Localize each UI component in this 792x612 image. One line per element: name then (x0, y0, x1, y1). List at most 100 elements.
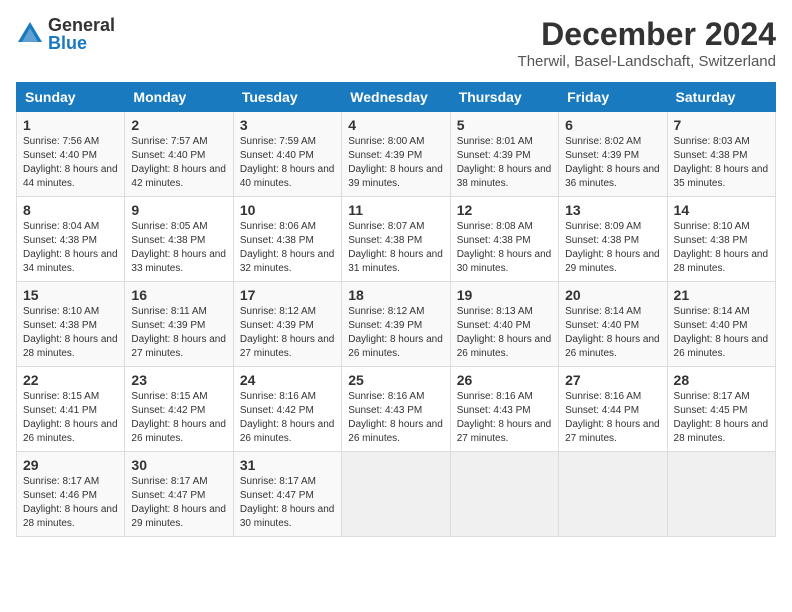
day-number: 22 (23, 372, 118, 388)
day-info: Sunrise: 7:56 AM Sunset: 4:40 PM Dayligh… (23, 135, 118, 191)
calendar-cell: 27 Sunrise: 8:16 AM Sunset: 4:44 PM Dayl… (559, 367, 667, 452)
day-number: 17 (240, 287, 335, 303)
calendar-cell: 17 Sunrise: 8:12 AM Sunset: 4:39 PM Dayl… (233, 282, 341, 367)
day-number: 31 (240, 457, 335, 473)
day-info: Sunrise: 8:17 AM Sunset: 4:45 PM Dayligh… (674, 390, 769, 446)
day-number: 4 (348, 117, 443, 133)
calendar-cell: 31 Sunrise: 8:17 AM Sunset: 4:47 PM Dayl… (233, 452, 341, 537)
calendar-cell: 1 Sunrise: 7:56 AM Sunset: 4:40 PM Dayli… (17, 112, 125, 197)
calendar-cell: 7 Sunrise: 8:03 AM Sunset: 4:38 PM Dayli… (667, 112, 775, 197)
day-info: Sunrise: 8:13 AM Sunset: 4:40 PM Dayligh… (457, 305, 552, 361)
calendar-cell: 6 Sunrise: 8:02 AM Sunset: 4:39 PM Dayli… (559, 112, 667, 197)
week-row-5: 29 Sunrise: 8:17 AM Sunset: 4:46 PM Dayl… (17, 452, 776, 537)
day-info: Sunrise: 8:15 AM Sunset: 4:41 PM Dayligh… (23, 390, 118, 446)
calendar-cell: 14 Sunrise: 8:10 AM Sunset: 4:38 PM Dayl… (667, 197, 775, 282)
day-info: Sunrise: 8:17 AM Sunset: 4:47 PM Dayligh… (240, 475, 335, 531)
day-info: Sunrise: 8:06 AM Sunset: 4:38 PM Dayligh… (240, 220, 335, 276)
calendar-cell: 29 Sunrise: 8:17 AM Sunset: 4:46 PM Dayl… (17, 452, 125, 537)
day-number: 1 (23, 117, 118, 133)
logo-text: General Blue (48, 16, 115, 52)
week-row-1: 1 Sunrise: 7:56 AM Sunset: 4:40 PM Dayli… (17, 112, 776, 197)
calendar-cell: 8 Sunrise: 8:04 AM Sunset: 4:38 PM Dayli… (17, 197, 125, 282)
calendar-cell (667, 452, 775, 537)
day-info: Sunrise: 8:10 AM Sunset: 4:38 PM Dayligh… (674, 220, 769, 276)
calendar-cell: 24 Sunrise: 8:16 AM Sunset: 4:42 PM Dayl… (233, 367, 341, 452)
day-number: 26 (457, 372, 552, 388)
page-header: General Blue December 2024 Therwil, Base… (16, 16, 776, 70)
day-number: 23 (131, 372, 226, 388)
calendar-cell: 18 Sunrise: 8:12 AM Sunset: 4:39 PM Dayl… (342, 282, 450, 367)
calendar-cell: 2 Sunrise: 7:57 AM Sunset: 4:40 PM Dayli… (125, 112, 233, 197)
calendar-cell: 5 Sunrise: 8:01 AM Sunset: 4:39 PM Dayli… (450, 112, 558, 197)
day-info: Sunrise: 8:05 AM Sunset: 4:38 PM Dayligh… (131, 220, 226, 276)
day-number: 20 (565, 287, 660, 303)
day-info: Sunrise: 8:16 AM Sunset: 4:44 PM Dayligh… (565, 390, 660, 446)
weekday-header-friday: Friday (559, 83, 667, 112)
day-number: 11 (348, 202, 443, 218)
weekday-header-tuesday: Tuesday (233, 83, 341, 112)
calendar-cell: 26 Sunrise: 8:16 AM Sunset: 4:43 PM Dayl… (450, 367, 558, 452)
logo: General Blue (16, 16, 115, 52)
calendar-cell: 19 Sunrise: 8:13 AM Sunset: 4:40 PM Dayl… (450, 282, 558, 367)
week-row-4: 22 Sunrise: 8:15 AM Sunset: 4:41 PM Dayl… (17, 367, 776, 452)
day-number: 25 (348, 372, 443, 388)
day-info: Sunrise: 8:16 AM Sunset: 4:43 PM Dayligh… (457, 390, 552, 446)
day-number: 24 (240, 372, 335, 388)
day-number: 6 (565, 117, 660, 133)
day-number: 2 (131, 117, 226, 133)
day-info: Sunrise: 8:12 AM Sunset: 4:39 PM Dayligh… (348, 305, 443, 361)
logo-icon (16, 20, 44, 48)
day-number: 29 (23, 457, 118, 473)
day-number: 3 (240, 117, 335, 133)
weekday-header-row: SundayMondayTuesdayWednesdayThursdayFrid… (17, 83, 776, 112)
day-number: 10 (240, 202, 335, 218)
day-number: 16 (131, 287, 226, 303)
calendar-cell: 23 Sunrise: 8:15 AM Sunset: 4:42 PM Dayl… (125, 367, 233, 452)
calendar-cell: 21 Sunrise: 8:14 AM Sunset: 4:40 PM Dayl… (667, 282, 775, 367)
day-info: Sunrise: 8:16 AM Sunset: 4:42 PM Dayligh… (240, 390, 335, 446)
day-number: 5 (457, 117, 552, 133)
calendar-cell: 12 Sunrise: 8:08 AM Sunset: 4:38 PM Dayl… (450, 197, 558, 282)
day-info: Sunrise: 8:08 AM Sunset: 4:38 PM Dayligh… (457, 220, 552, 276)
day-info: Sunrise: 8:03 AM Sunset: 4:38 PM Dayligh… (674, 135, 769, 191)
week-row-2: 8 Sunrise: 8:04 AM Sunset: 4:38 PM Dayli… (17, 197, 776, 282)
calendar-cell: 28 Sunrise: 8:17 AM Sunset: 4:45 PM Dayl… (667, 367, 775, 452)
day-info: Sunrise: 8:12 AM Sunset: 4:39 PM Dayligh… (240, 305, 335, 361)
day-info: Sunrise: 8:11 AM Sunset: 4:39 PM Dayligh… (131, 305, 226, 361)
day-number: 9 (131, 202, 226, 218)
calendar-cell: 11 Sunrise: 8:07 AM Sunset: 4:38 PM Dayl… (342, 197, 450, 282)
day-info: Sunrise: 8:17 AM Sunset: 4:46 PM Dayligh… (23, 475, 118, 531)
day-number: 14 (674, 202, 769, 218)
day-number: 18 (348, 287, 443, 303)
day-info: Sunrise: 8:14 AM Sunset: 4:40 PM Dayligh… (674, 305, 769, 361)
day-info: Sunrise: 8:02 AM Sunset: 4:39 PM Dayligh… (565, 135, 660, 191)
week-row-3: 15 Sunrise: 8:10 AM Sunset: 4:38 PM Dayl… (17, 282, 776, 367)
calendar-cell (559, 452, 667, 537)
calendar-cell: 20 Sunrise: 8:14 AM Sunset: 4:40 PM Dayl… (559, 282, 667, 367)
month-title: December 2024 (518, 16, 776, 53)
day-number: 19 (457, 287, 552, 303)
weekday-header-wednesday: Wednesday (342, 83, 450, 112)
day-info: Sunrise: 8:04 AM Sunset: 4:38 PM Dayligh… (23, 220, 118, 276)
day-info: Sunrise: 7:57 AM Sunset: 4:40 PM Dayligh… (131, 135, 226, 191)
weekday-header-monday: Monday (125, 83, 233, 112)
calendar-cell: 9 Sunrise: 8:05 AM Sunset: 4:38 PM Dayli… (125, 197, 233, 282)
location-subtitle: Therwil, Basel-Landschaft, Switzerland (518, 53, 776, 70)
day-info: Sunrise: 8:01 AM Sunset: 4:39 PM Dayligh… (457, 135, 552, 191)
day-info: Sunrise: 8:09 AM Sunset: 4:38 PM Dayligh… (565, 220, 660, 276)
calendar-cell: 4 Sunrise: 8:00 AM Sunset: 4:39 PM Dayli… (342, 112, 450, 197)
day-number: 8 (23, 202, 118, 218)
day-number: 21 (674, 287, 769, 303)
calendar-cell (450, 452, 558, 537)
weekday-header-sunday: Sunday (17, 83, 125, 112)
day-info: Sunrise: 8:10 AM Sunset: 4:38 PM Dayligh… (23, 305, 118, 361)
day-number: 13 (565, 202, 660, 218)
day-info: Sunrise: 8:00 AM Sunset: 4:39 PM Dayligh… (348, 135, 443, 191)
day-number: 27 (565, 372, 660, 388)
day-info: Sunrise: 8:07 AM Sunset: 4:38 PM Dayligh… (348, 220, 443, 276)
calendar-cell: 15 Sunrise: 8:10 AM Sunset: 4:38 PM Dayl… (17, 282, 125, 367)
day-info: Sunrise: 8:14 AM Sunset: 4:40 PM Dayligh… (565, 305, 660, 361)
day-number: 12 (457, 202, 552, 218)
day-info: Sunrise: 8:15 AM Sunset: 4:42 PM Dayligh… (131, 390, 226, 446)
title-block: December 2024 Therwil, Basel-Landschaft,… (518, 16, 776, 70)
